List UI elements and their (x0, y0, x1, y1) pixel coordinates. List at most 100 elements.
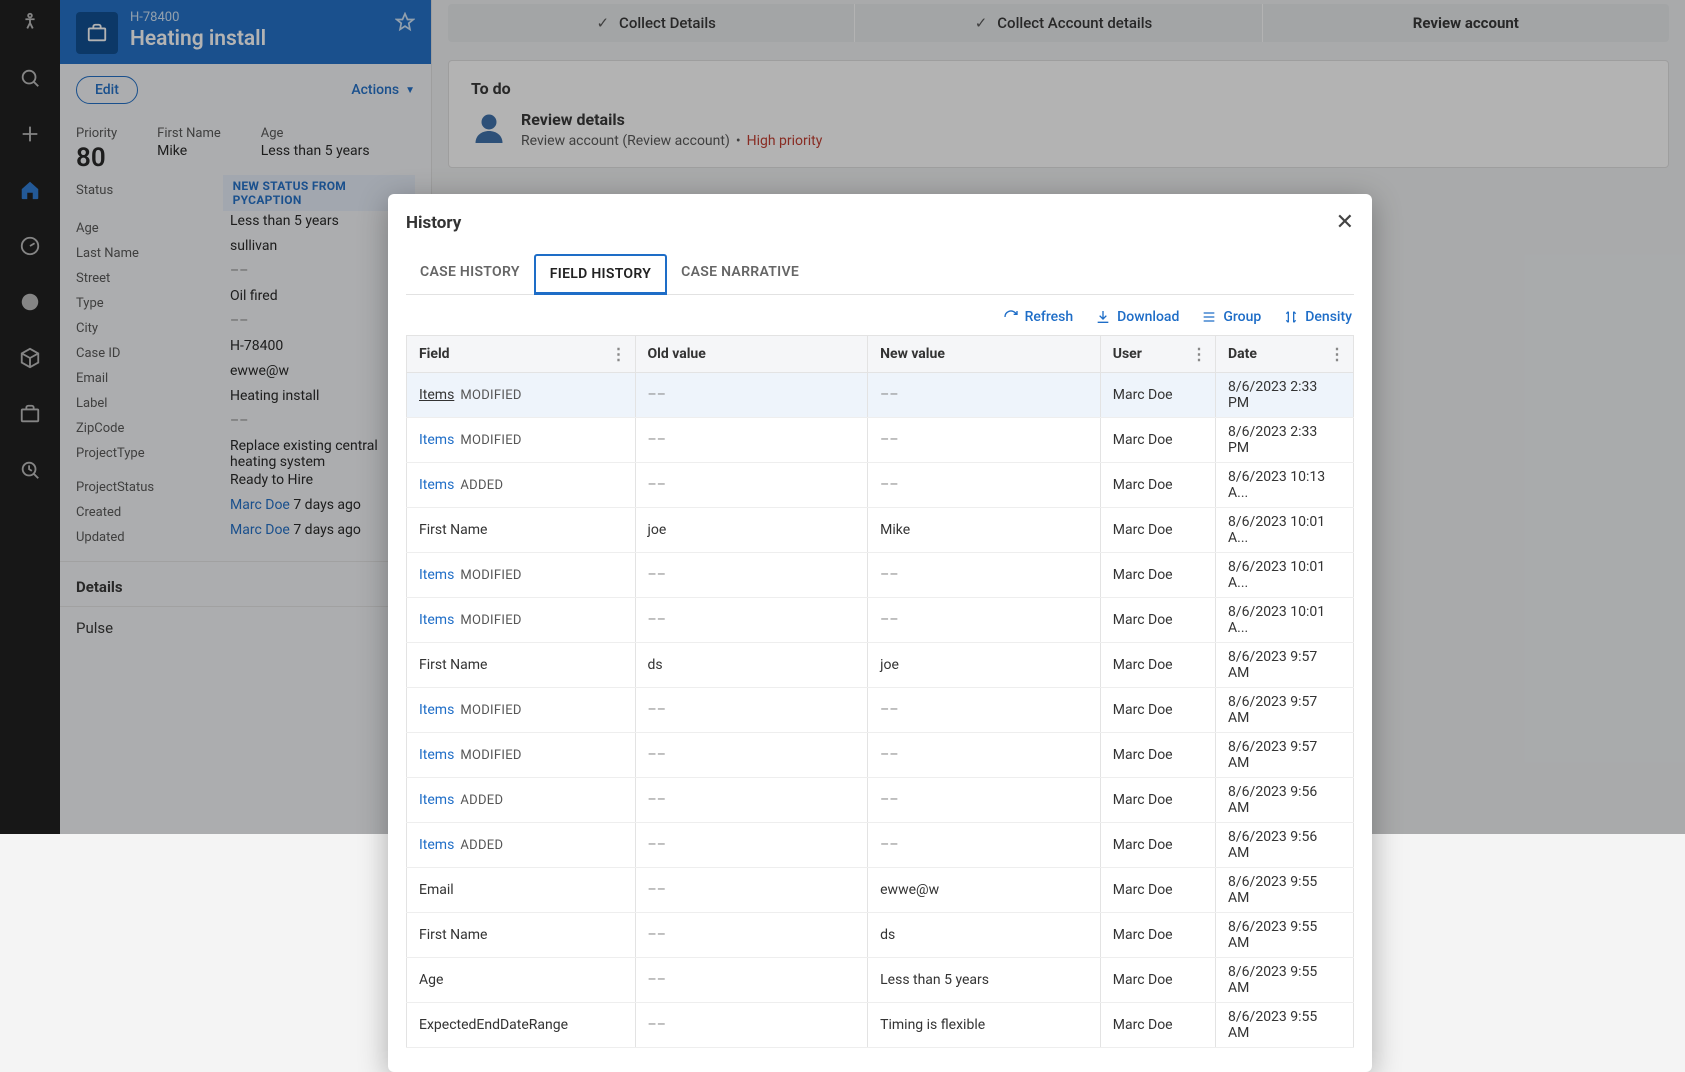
table-row[interactable]: ItemsADDED––––Marc Doe8/6/2023 9:56 AM (407, 823, 1354, 868)
col-old-label: Old value (648, 346, 706, 362)
cell-date: 8/6/2023 9:55 AM (1216, 913, 1354, 958)
cell-new-value: –– (868, 463, 1101, 508)
cell-user: Marc Doe (1100, 733, 1215, 778)
field-history-table: Field ⋮ Old value New value User ⋮ Date⋮ I… (406, 335, 1354, 1048)
table-row[interactable]: ItemsMODIFIED––––Marc Doe8/6/2023 2:33 P… (407, 418, 1354, 463)
cell-new-value: –– (868, 598, 1101, 643)
cell-old-value: –– (635, 688, 868, 733)
field-link[interactable]: Items (419, 702, 454, 718)
cell-date: 8/6/2023 9:57 AM (1216, 643, 1354, 688)
change-tag: ADDED (460, 838, 503, 853)
cell-date: 8/6/2023 10:01 A... (1216, 553, 1354, 598)
cell-new-value: –– (868, 778, 1101, 823)
cell-new-value: –– (868, 688, 1101, 733)
field-link[interactable]: Items (419, 432, 454, 448)
cell-date: 8/6/2023 2:33 PM (1216, 373, 1354, 418)
col-field-header[interactable]: Field ⋮ (407, 336, 636, 373)
table-row[interactable]: First NamedsjoeMarc Doe8/6/2023 9:57 AM (407, 643, 1354, 688)
cell-date: 8/6/2023 9:55 AM (1216, 1003, 1354, 1048)
cell-user: Marc Doe (1100, 913, 1215, 958)
col-user-header[interactable]: User ⋮ (1100, 336, 1215, 373)
close-button[interactable]: ✕ (1336, 212, 1354, 234)
field-link[interactable]: Items (419, 387, 454, 403)
modal-title: History (406, 213, 461, 233)
cell-new-value: –– (868, 733, 1101, 778)
col-new-label: New value (880, 346, 945, 362)
group-button[interactable]: Group (1201, 309, 1261, 325)
cell-old-value: –– (635, 553, 868, 598)
cell-old-value: ds (635, 643, 868, 688)
column-menu-icon[interactable]: ⋮ (1329, 345, 1345, 364)
table-row[interactable]: ItemsMODIFIED––––Marc Doe8/6/2023 10:01 … (407, 553, 1354, 598)
change-tag: MODIFIED (460, 613, 521, 628)
cell-field: Items MODIFIED (407, 733, 636, 778)
table-row[interactable]: ItemsADDED––––Marc Doe8/6/2023 9:56 AM (407, 778, 1354, 823)
cell-field: ItemsMODIFIED (407, 688, 636, 733)
tab-field-history[interactable]: FIELD HISTORY (534, 254, 667, 295)
group-label: Group (1223, 309, 1261, 325)
table-toolbar: Refresh Download Group Density (408, 309, 1352, 325)
download-button[interactable]: Download (1095, 309, 1179, 325)
cell-field: First Name (407, 913, 636, 958)
cell-field: Items MODIFIED (407, 598, 636, 643)
table-row[interactable]: ItemsMODIFIED––––Marc Doe8/6/2023 9:57 A… (407, 688, 1354, 733)
field-link[interactable]: Items (419, 792, 454, 808)
cell-new-value: ewwe@w (868, 868, 1101, 913)
cell-field: Email (407, 868, 636, 913)
column-menu-icon[interactable]: ⋮ (1191, 345, 1207, 364)
change-tag: MODIFIED (460, 388, 521, 403)
refresh-button[interactable]: Refresh (1003, 309, 1074, 325)
field-link[interactable]: Items (419, 837, 454, 853)
cell-date: 8/6/2023 9:56 AM (1216, 778, 1354, 823)
table-row[interactable]: ExpectedEndDateRange––Timing is flexible… (407, 1003, 1354, 1048)
cell-user: Marc Doe (1100, 688, 1215, 733)
cell-new-value: –– (868, 373, 1101, 418)
cell-field: ItemsADDED (407, 778, 636, 823)
cell-new-value: ds (868, 913, 1101, 958)
cell-old-value: –– (635, 1003, 868, 1048)
density-button[interactable]: Density (1283, 309, 1352, 325)
table-row[interactable]: ItemsMODIFIED––––Marc Doe8/6/2023 9:57 A… (407, 733, 1354, 778)
table-row[interactable]: ItemsMODIFIED––––Marc Doe8/6/2023 10:01 … (407, 598, 1354, 643)
cell-old-value: joe (635, 508, 868, 553)
table-row[interactable]: First Name––dsMarc Doe8/6/2023 9:55 AM (407, 913, 1354, 958)
col-user-label: User (1113, 346, 1142, 362)
cell-field: ItemsMODIFIED (407, 418, 636, 463)
table-row[interactable]: Age––Less than 5 yearsMarc Doe8/6/2023 9… (407, 958, 1354, 1003)
field-link[interactable]: Items (419, 747, 454, 763)
cell-date: 8/6/2023 9:57 AM (1216, 733, 1354, 778)
cell-user: Marc Doe (1100, 958, 1215, 1003)
cell-user: Marc Doe (1100, 643, 1215, 688)
table-row[interactable]: Email––ewwe@wMarc Doe8/6/2023 9:55 AM (407, 868, 1354, 913)
col-date-header[interactable]: Date⋮ (1216, 336, 1354, 373)
table-row[interactable]: First NamejoeMikeMarc Doe8/6/2023 10:01 … (407, 508, 1354, 553)
col-field-label: Field (419, 346, 450, 362)
field-link[interactable]: Items (419, 612, 454, 628)
table-row[interactable]: ItemsADDED––––Marc Doe8/6/2023 10:13 A..… (407, 463, 1354, 508)
cell-old-value: –– (635, 823, 868, 868)
cell-old-value: –– (635, 418, 868, 463)
density-label: Density (1305, 309, 1352, 325)
tab-case-narrative[interactable]: CASE NARRATIVE (667, 254, 813, 294)
history-tabs: CASE HISTORY FIELD HISTORY CASE NARRATIV… (406, 254, 1354, 295)
col-new-header[interactable]: New value (868, 336, 1101, 373)
cell-new-value: joe (868, 643, 1101, 688)
cell-new-value: Timing is flexible (868, 1003, 1101, 1048)
cell-field: First Name (407, 643, 636, 688)
change-tag: ADDED (460, 478, 503, 493)
cell-old-value: –– (635, 733, 868, 778)
cell-old-value: –– (635, 778, 868, 823)
field-link[interactable]: Items (419, 477, 454, 493)
tab-case-history[interactable]: CASE HISTORY (406, 254, 534, 294)
cell-new-value: Mike (868, 508, 1101, 553)
field-link[interactable]: Items (419, 567, 454, 583)
col-old-header[interactable]: Old value (635, 336, 868, 373)
change-tag: MODIFIED (460, 748, 521, 763)
cell-date: 8/6/2023 9:55 AM (1216, 868, 1354, 913)
cell-old-value: –– (635, 598, 868, 643)
cell-date: 8/6/2023 9:56 AM (1216, 823, 1354, 868)
column-menu-icon[interactable]: ⋮ (611, 345, 627, 364)
table-row[interactable]: ItemsMODIFIED––––Marc Doe8/6/2023 2:33 P… (407, 373, 1354, 418)
cell-date: 8/6/2023 9:57 AM (1216, 688, 1354, 733)
cell-date: 8/6/2023 10:01 A... (1216, 598, 1354, 643)
